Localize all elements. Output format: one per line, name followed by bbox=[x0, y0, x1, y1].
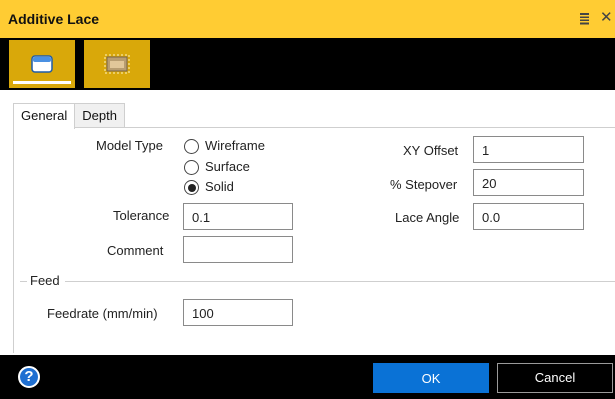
stepover-label: % Stepover bbox=[390, 177, 458, 192]
solid-option-label[interactable]: Solid bbox=[205, 178, 234, 196]
solid-radio[interactable] bbox=[184, 180, 199, 195]
model-type-label: Model Type bbox=[96, 138, 163, 153]
surface-option-label[interactable]: Surface bbox=[205, 158, 250, 176]
window-title: Additive Lace bbox=[8, 11, 100, 27]
tolerance-input[interactable]: 0.1 bbox=[183, 203, 293, 230]
close-icon[interactable]: ✕ bbox=[600, 8, 613, 28]
ribbon bbox=[0, 38, 615, 90]
feedrate-input[interactable]: 100 bbox=[183, 299, 293, 326]
surface-radio[interactable] bbox=[184, 160, 199, 175]
tab-strip: General Depth bbox=[13, 103, 125, 129]
dialog-footer: ? OK Cancel bbox=[0, 355, 615, 399]
ok-button[interactable]: OK bbox=[373, 363, 489, 393]
feed-divider-right bbox=[65, 281, 615, 282]
xy-offset-label: XY Offset bbox=[403, 143, 459, 158]
feed-group-label: Feed bbox=[30, 273, 60, 288]
stepover-input[interactable]: 20 bbox=[473, 169, 584, 196]
xy-offset-input[interactable]: 1 bbox=[473, 136, 584, 163]
tab-general[interactable]: General bbox=[13, 103, 76, 129]
wireframe-radio[interactable] bbox=[184, 139, 199, 154]
title-bar: Additive Lace ✕ bbox=[0, 0, 615, 38]
boundary-box-icon bbox=[104, 54, 130, 74]
cancel-button[interactable]: Cancel bbox=[497, 363, 613, 393]
comment-input[interactable] bbox=[183, 236, 293, 263]
solid-model-icon bbox=[31, 55, 53, 73]
wireframe-option-label[interactable]: Wireframe bbox=[205, 137, 265, 155]
feedrate-label: Feedrate (mm/min) bbox=[47, 306, 158, 321]
ribbon-button-boundary[interactable] bbox=[84, 40, 150, 88]
comment-label: Comment bbox=[107, 243, 164, 258]
help-icon[interactable]: ? bbox=[18, 366, 40, 388]
feed-divider-left bbox=[20, 281, 27, 282]
menu-icon[interactable] bbox=[580, 13, 589, 25]
tolerance-label: Tolerance bbox=[113, 208, 170, 223]
additive-lace-dialog: Additive Lace ✕ General Depth Model Type… bbox=[0, 0, 615, 399]
lace-angle-label: Lace Angle bbox=[395, 210, 460, 225]
tab-depth[interactable]: Depth bbox=[74, 103, 125, 128]
lace-angle-input[interactable]: 0.0 bbox=[473, 203, 584, 230]
ribbon-button-general[interactable] bbox=[9, 40, 75, 88]
